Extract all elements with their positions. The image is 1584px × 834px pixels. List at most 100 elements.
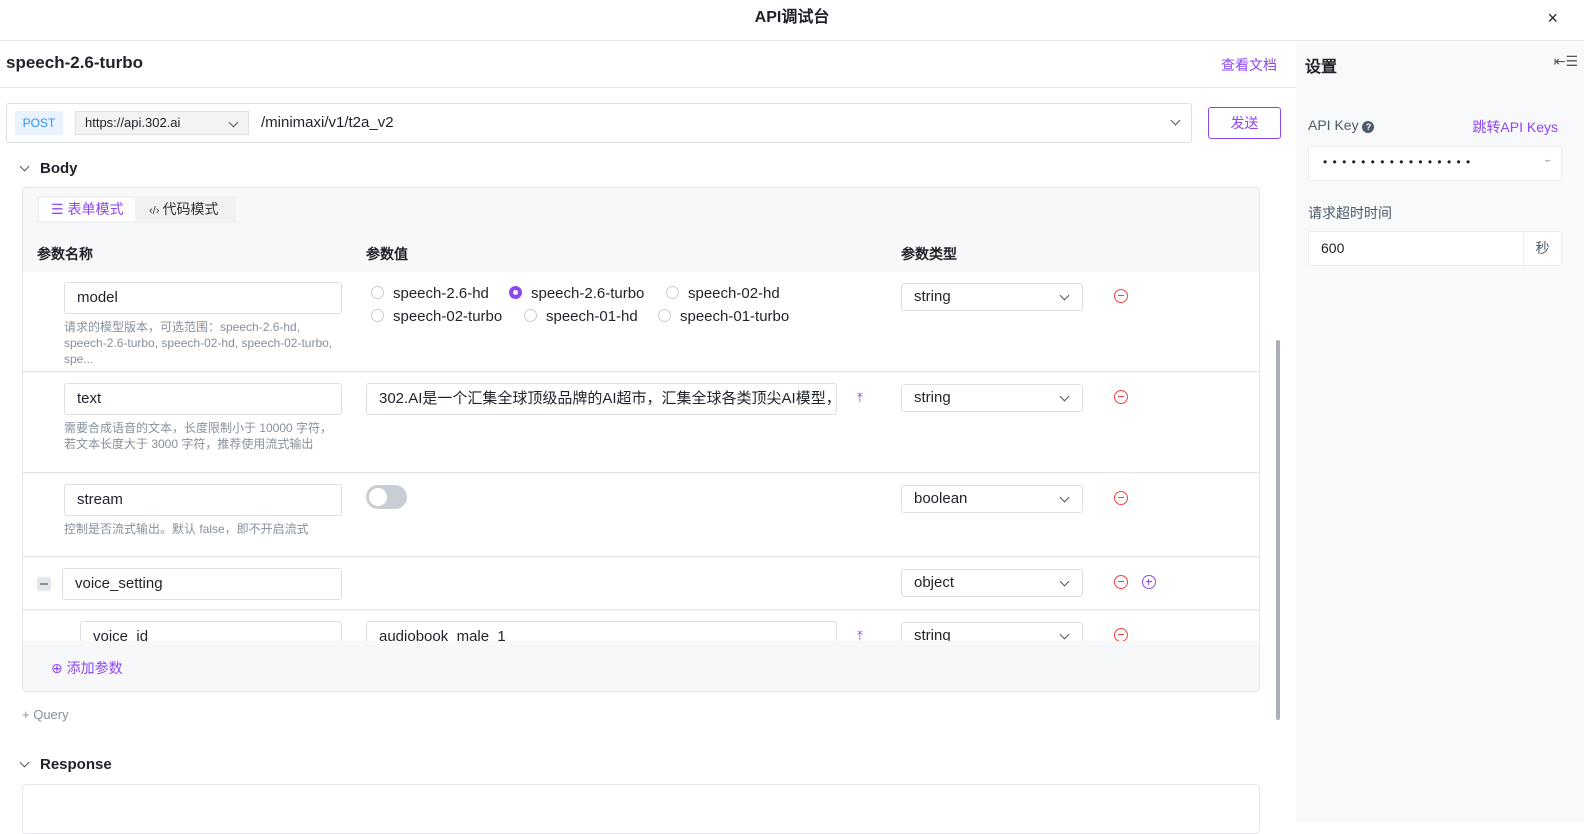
query-label: Query [33, 707, 69, 722]
param-type-select[interactable]: string [901, 283, 1083, 311]
body-panel: ☰ 表单模式 ‹/› 代码模式 参数名称 参数值 参数类型 model 请求的模… [22, 187, 1260, 692]
mode-tabs: ☰ 表单模式 ‹/› 代码模式 [37, 196, 236, 223]
close-icon[interactable]: × [1547, 8, 1558, 29]
method-badge: POST [15, 111, 63, 135]
remove-param-icon[interactable] [1114, 390, 1128, 404]
param-row-stream: stream 控制是否流式输出。默认 false，即不开启流式 boolean [23, 474, 1259, 557]
host-value: https://api.302.ai [85, 115, 181, 130]
timeout-unit: 秒 [1523, 232, 1561, 265]
upload-icon[interactable]: ⤒ [857, 390, 863, 406]
response-panel [22, 784, 1260, 834]
column-header-type: 参数类型 [901, 246, 957, 262]
api-key-input[interactable]: • • • • • • • • • • • • • • • • ⌣ [1308, 146, 1562, 181]
radio-label: speech-01-turbo [680, 308, 790, 325]
type-value: string [914, 627, 951, 641]
settings-panel: 设置 ⇤☰ API Key ? 跳转API Keys • • • • • • •… [1296, 41, 1584, 822]
param-row-voice-id: voice_id audiobook_male_1 ⤒ string [23, 611, 1259, 641]
radio-option[interactable]: speech-01-hd [524, 308, 638, 325]
column-header-value: 参数值 [366, 246, 408, 262]
chevron-down-icon [19, 161, 30, 172]
radio-option-selected[interactable]: speech-2.6-turbo [509, 285, 644, 302]
chevron-down-icon [1059, 391, 1070, 402]
settings-title: 设置 [1305, 59, 1338, 76]
param-type-select[interactable]: boolean [901, 485, 1083, 513]
query-section-toggle[interactable]: + Query [22, 707, 69, 722]
param-name-input[interactable]: voice_setting [62, 568, 342, 600]
remove-param-icon[interactable] [1114, 289, 1128, 303]
response-label: Response [40, 756, 112, 773]
type-value: string [914, 389, 951, 406]
param-name-input[interactable]: text [64, 383, 342, 415]
chevron-down-icon [228, 117, 239, 128]
timeout-value: 600 [1321, 240, 1345, 256]
column-header-name: 参数名称 [37, 246, 93, 262]
chevron-down-icon [1059, 290, 1070, 301]
api-key-label-text: API Key [1308, 117, 1359, 133]
chevron-down-icon [1059, 576, 1070, 587]
param-row-model: model 请求的模型版本，可选范围：speech-2.6-hd, speech… [23, 272, 1259, 372]
param-type-select[interactable]: string [901, 622, 1083, 641]
param-row-voice-setting: voice_setting object [23, 558, 1259, 610]
scrollbar[interactable] [1276, 340, 1280, 720]
plus-icon: + [22, 707, 34, 722]
chevron-down-icon [1059, 492, 1070, 503]
list-icon: ☰ [51, 201, 68, 217]
tab-form-mode[interactable]: ☰ 表单模式 [39, 198, 136, 221]
type-value: object [914, 574, 955, 591]
param-description: 请求的模型版本，可选范围：speech-2.6-hd, speech-2.6-t… [64, 320, 333, 366]
radio-label: speech-01-hd [546, 308, 638, 325]
radio-option[interactable]: speech-2.6-hd [371, 285, 489, 302]
param-description: 控制是否流式输出。默认 false，即不开启流式 [64, 522, 309, 536]
add-param-button[interactable]: ⊕ 添加参数 [51, 658, 123, 678]
radio-option[interactable]: speech-02-turbo [371, 308, 502, 325]
help-icon[interactable]: ? [1362, 121, 1375, 133]
code-icon: ‹/› [149, 205, 163, 217]
param-type-select[interactable]: object [901, 569, 1083, 597]
param-name-input[interactable]: stream [64, 484, 342, 516]
radio-label: speech-02-turbo [393, 308, 503, 325]
add-param-label: 添加参数 [66, 660, 123, 676]
view-docs-link[interactable]: 查看文档 [1221, 55, 1277, 75]
collapse-panel-icon[interactable]: ⇤☰ [1554, 53, 1578, 70]
chevron-down-icon [1059, 629, 1070, 640]
add-child-param-icon[interactable] [1142, 575, 1156, 589]
eye-closed-icon[interactable]: ⌣ [1544, 155, 1551, 166]
radio-label: speech-02-hd [688, 285, 780, 302]
tab-label: 表单模式 [67, 201, 124, 217]
send-button[interactable]: 发送 [1208, 107, 1281, 139]
radio-label: speech-2.6-turbo [531, 285, 645, 302]
param-value-input[interactable]: audiobook_male_1 [366, 621, 837, 641]
remove-param-icon[interactable] [1114, 575, 1128, 589]
param-value-input[interactable]: 302.AI是一个汇集全球顶级品牌的AI超市，汇集全球各类顶尖AI模型，提供 [366, 383, 837, 415]
path-input[interactable]: /minimaxi/v1/t2a_v2 [261, 114, 394, 131]
radio-label: speech-2.6-hd [393, 285, 489, 302]
divider [0, 87, 1296, 88]
add-circle-icon: ⊕ [51, 660, 67, 676]
response-section-toggle[interactable]: Response [19, 756, 112, 773]
upload-icon[interactable]: ⤒ [857, 628, 863, 641]
param-type-select[interactable]: string [901, 384, 1083, 412]
timeout-input[interactable]: 600 秒 [1308, 231, 1562, 266]
chevron-down-icon[interactable] [1170, 115, 1181, 126]
body-label: Body [40, 160, 78, 177]
remove-param-icon[interactable] [1114, 491, 1128, 505]
tab-label: 代码模式 [162, 201, 219, 217]
param-description: 需要合成语音的文本，长度限制小于 10000 字符，若文本长度大于 3000 字… [64, 421, 333, 451]
collapse-icon[interactable] [37, 577, 51, 591]
type-value: string [914, 288, 951, 305]
api-key-value: • • • • • • • • • • • • • • • • [1323, 155, 1472, 169]
type-value: boolean [914, 490, 968, 507]
host-select[interactable]: https://api.302.ai [75, 111, 249, 135]
radio-option[interactable]: speech-02-hd [666, 285, 780, 302]
go-to-api-keys-link[interactable]: 跳转API Keys [1472, 117, 1558, 137]
request-url-bar: POST https://api.302.ai /minimaxi/v1/t2a… [6, 103, 1192, 143]
timeout-label: 请求超时时间 [1308, 205, 1392, 221]
param-name-input[interactable]: voice_id [80, 621, 342, 641]
stream-toggle[interactable] [366, 485, 407, 509]
tab-code-mode[interactable]: ‹/› 代码模式 [137, 198, 230, 221]
remove-param-icon[interactable] [1114, 628, 1128, 641]
endpoint-name: speech-2.6-turbo [6, 53, 143, 72]
param-name-input[interactable]: model [64, 282, 342, 314]
radio-option[interactable]: speech-01-turbo [658, 308, 789, 325]
body-section-toggle[interactable]: Body [19, 160, 78, 177]
